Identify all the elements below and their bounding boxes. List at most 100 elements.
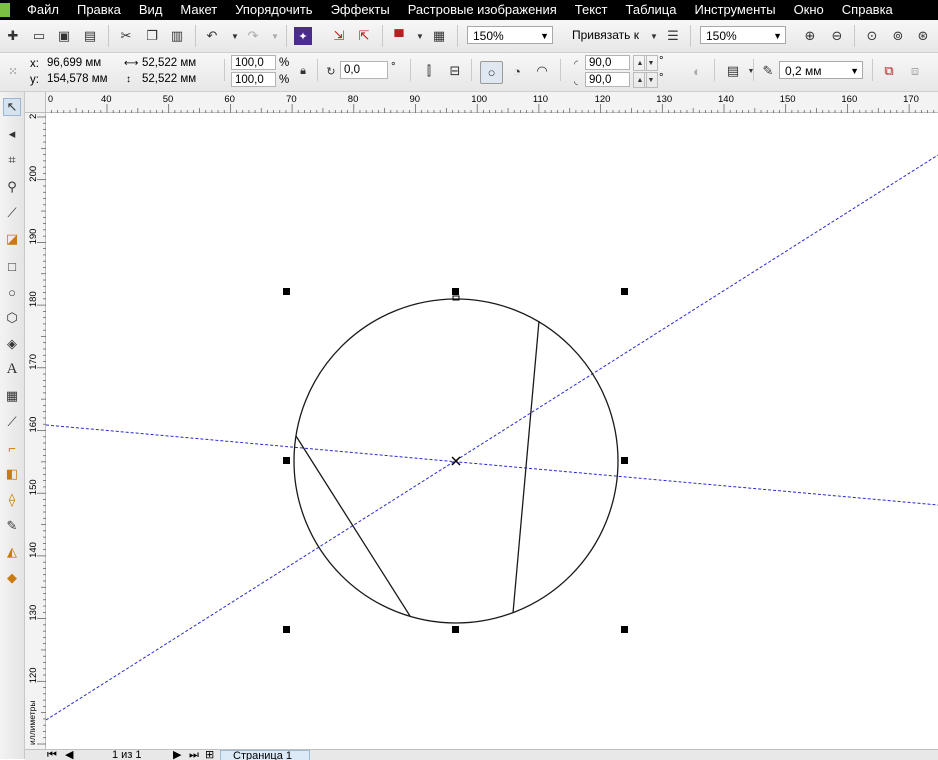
menu-arrange[interactable]: Упорядочить xyxy=(226,0,321,20)
interactive-fill-icon[interactable]: ◆ xyxy=(3,569,21,587)
snap-dropdown-icon[interactable]: ▼ xyxy=(645,27,663,45)
options-icon[interactable]: ☰ xyxy=(664,27,682,45)
next-page-icon[interactable]: ▶ xyxy=(173,750,181,760)
eyedropper-tool-icon[interactable]: ⟠ xyxy=(3,491,21,509)
y-position-field[interactable]: 154,578 мм xyxy=(44,72,118,87)
undo-dropdown-icon[interactable]: ▼ xyxy=(226,27,244,45)
menu-window[interactable]: Окно xyxy=(785,0,833,20)
convert-to-curves-icon[interactable]: ⧉ xyxy=(880,62,898,80)
polygon-tool-icon[interactable]: ⬡ xyxy=(3,309,21,327)
selection-handle-bottom[interactable] xyxy=(452,626,459,633)
zoom-tool-icon[interactable]: ⚲ xyxy=(3,178,21,196)
connector-tool-icon[interactable]: ⌐ xyxy=(3,439,21,457)
ellipse-tool-icon[interactable]: ○ xyxy=(3,283,21,301)
prev-page-icon[interactable]: ◀ xyxy=(65,750,73,760)
arc-mode-icon[interactable]: ◠ xyxy=(533,62,551,80)
blend-tool-icon[interactable]: ◧ xyxy=(3,465,21,483)
launcher-dropdown-icon[interactable]: ▼ xyxy=(411,27,429,45)
menu-file[interactable]: Файл xyxy=(18,0,68,20)
selection-handle-bottom-right[interactable] xyxy=(621,626,628,633)
menu-layout[interactable]: Макет xyxy=(171,0,226,20)
menu-view[interactable]: Вид xyxy=(130,0,172,20)
menu-effects[interactable]: Эффекты xyxy=(322,0,399,20)
selection-handle-top-left[interactable] xyxy=(283,288,290,295)
zoom-page-icon[interactable]: ⊛ xyxy=(914,27,932,45)
fill-tool-icon[interactable]: ◭ xyxy=(3,543,21,561)
open-icon[interactable]: ▭ xyxy=(30,27,48,45)
selection-handle-right[interactable] xyxy=(621,457,628,464)
end-angle-spinner-down-icon[interactable]: ▼ xyxy=(644,72,658,88)
zoom-level-combo[interactable]: 150% ▼ xyxy=(467,26,553,44)
lock-ratio-icon[interactable]: 🔒︎ xyxy=(294,62,312,80)
text-tool-icon[interactable]: A xyxy=(3,360,21,378)
selection-handle-left[interactable] xyxy=(283,457,290,464)
wrap-text-icon[interactable]: ▤ xyxy=(724,62,742,80)
paste-icon[interactable]: ▥ xyxy=(168,27,186,45)
chord-left[interactable] xyxy=(295,435,411,617)
guideline-steep[interactable] xyxy=(46,154,938,721)
menu-table[interactable]: Таблица xyxy=(617,0,686,20)
vertical-ruler[interactable]: 210 200 190 180 170 160 150 140 130 120 иллиметры xyxy=(25,103,46,749)
pick-tool-icon[interactable]: ↖ xyxy=(3,98,21,116)
start-angle-field[interactable]: 90,0 xyxy=(585,55,630,70)
new-document-icon[interactable]: ✚ xyxy=(4,27,22,45)
zoom-all-icon[interactable]: ⊚ xyxy=(889,27,907,45)
scale-x-field[interactable]: 100,0 xyxy=(231,55,276,70)
drawing-canvas[interactable] xyxy=(46,113,938,749)
start-angle-spinner-down-icon[interactable]: ▼ xyxy=(644,55,658,71)
print-icon[interactable]: ▤ xyxy=(81,27,99,45)
pie-mode-icon[interactable]: ◔ xyxy=(508,62,526,80)
save-icon[interactable]: ▣ xyxy=(55,27,73,45)
menu-edit[interactable]: Правка xyxy=(68,0,130,20)
selection-handle-top[interactable] xyxy=(452,288,459,295)
add-page-icon[interactable]: ⊞ xyxy=(205,750,214,760)
rotation-angle-field[interactable]: 0,0 xyxy=(340,61,388,79)
basic-shapes-icon[interactable]: ◈ xyxy=(3,335,21,353)
smart-fill-icon[interactable]: ◪ xyxy=(3,230,21,248)
menu-text[interactable]: Текст xyxy=(566,0,617,20)
crop-tool-icon[interactable]: ⌗ xyxy=(3,151,21,169)
selection-handle-top-right[interactable] xyxy=(621,288,628,295)
rectangle-tool-icon[interactable]: □ xyxy=(3,257,21,275)
height-field[interactable]: 52,522 мм xyxy=(139,72,215,87)
menu-help[interactable]: Справка xyxy=(833,0,902,20)
object-origin-icon[interactable]: ⁙ xyxy=(4,62,22,80)
outline-pen-icon[interactable]: ✎ xyxy=(3,517,21,535)
welcome-screen-icon[interactable]: ▦ xyxy=(430,27,448,45)
search-content-icon[interactable]: ✦ xyxy=(294,27,312,45)
guideline-shallow[interactable] xyxy=(46,424,938,506)
change-direction-icon[interactable]: ◐ xyxy=(688,62,706,80)
zoom-out-icon[interactable]: ⊖ xyxy=(828,27,846,45)
freehand-tool-icon[interactable]: ⟋ xyxy=(3,204,21,222)
zoom-selected-icon[interactable]: ⊙ xyxy=(863,27,881,45)
dimension-tool-icon[interactable]: ⟋ xyxy=(3,413,21,431)
ellipse-mode-icon[interactable]: ○ xyxy=(480,61,503,84)
selection-handle-bottom-left[interactable] xyxy=(283,626,290,633)
copy-icon[interactable]: ❐ xyxy=(143,27,161,45)
shape-tool-icon[interactable]: ◂ xyxy=(3,125,21,143)
import-icon[interactable]: ⇲ xyxy=(330,27,348,45)
zoom-in-icon[interactable]: ⊕ xyxy=(801,27,819,45)
mirror-horizontal-icon[interactable]: ⫿ xyxy=(420,62,438,80)
ruler-origin[interactable] xyxy=(25,92,46,113)
snap-to-label[interactable]: Привязать к xyxy=(572,26,639,44)
wrap-dropdown-icon[interactable]: ▼ xyxy=(742,62,760,80)
scale-y-field[interactable]: 100,0 xyxy=(231,72,276,87)
export-icon[interactable]: ⇱ xyxy=(355,27,373,45)
table-tool-icon[interactable]: ▦ xyxy=(3,387,21,405)
application-launcher-icon[interactable]: ▀ xyxy=(390,27,408,45)
break-apart-icon[interactable]: ⧈ xyxy=(906,62,924,80)
horizontal-ruler[interactable]: 0 40 50 60 70 80 90 100 110 120 130 140 150 160 170 xyxy=(46,92,938,113)
drawing-area[interactable] xyxy=(46,113,938,749)
end-angle-field[interactable]: 90,0 xyxy=(585,72,630,87)
mirror-vertical-icon[interactable]: ⊟ xyxy=(446,62,464,80)
menu-bitmaps[interactable]: Растровые изображения xyxy=(399,0,566,20)
redo-dropdown-icon[interactable]: ▼ xyxy=(266,27,284,45)
first-page-icon[interactable]: ⏮ xyxy=(47,750,57,760)
undo-icon[interactable]: ↶ xyxy=(203,27,221,45)
x-position-field[interactable]: 96,699 мм xyxy=(44,56,118,71)
cut-icon[interactable]: ✂ xyxy=(117,27,135,45)
redo-icon[interactable]: ↷ xyxy=(244,27,262,45)
menu-tools[interactable]: Инструменты xyxy=(686,0,785,20)
center-x-icon[interactable] xyxy=(451,456,461,466)
